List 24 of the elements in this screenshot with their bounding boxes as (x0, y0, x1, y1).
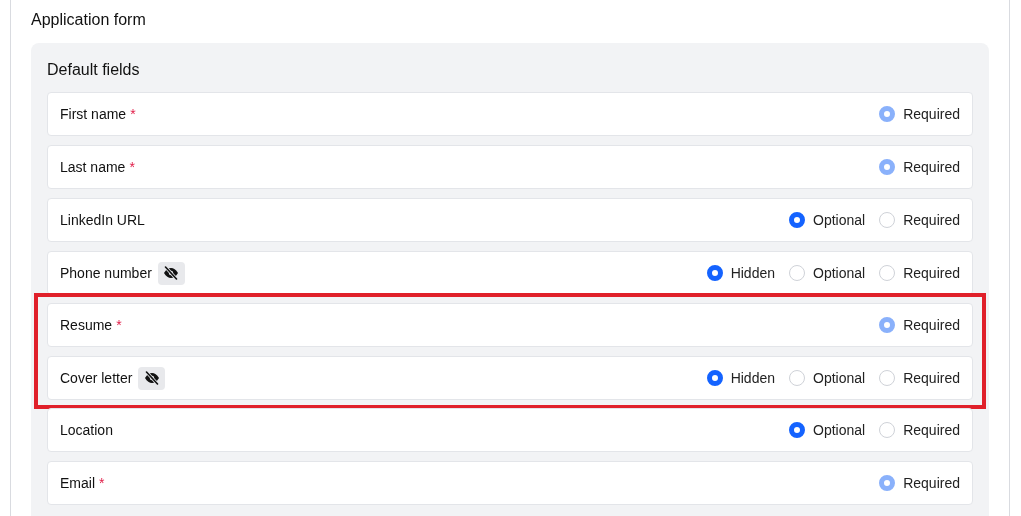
radio-option[interactable]: Hidden (706, 370, 775, 386)
field-label: Resume (60, 317, 113, 333)
radio-option[interactable]: Optional (789, 422, 866, 438)
required-asterisk: * (99, 475, 105, 491)
section-title: Default fields (47, 60, 141, 80)
field-label: Phone number (60, 265, 152, 281)
field-label: Email (60, 475, 95, 491)
radio-option[interactable]: Required (879, 370, 960, 386)
field-label: First name (60, 106, 127, 122)
radio-option[interactable]: Required (879, 422, 960, 438)
radio-option[interactable]: Optional (789, 370, 866, 386)
field-label: Cover letter (60, 370, 133, 386)
required-asterisk: * (130, 106, 136, 122)
field-label: Last name (60, 159, 126, 175)
radio-option[interactable]: Hidden (706, 265, 775, 281)
required-asterisk: * (129, 159, 135, 175)
radio-option[interactable]: Optional (789, 212, 866, 228)
required-asterisk: * (116, 317, 122, 333)
radio-option[interactable]: Optional (789, 265, 866, 281)
radio-option[interactable]: Required (879, 212, 960, 228)
radio-option[interactable]: Required (879, 265, 960, 281)
field-label: LinkedIn URL (60, 212, 145, 228)
field-label: Location (60, 422, 113, 438)
form-title: Application form (31, 10, 147, 30)
